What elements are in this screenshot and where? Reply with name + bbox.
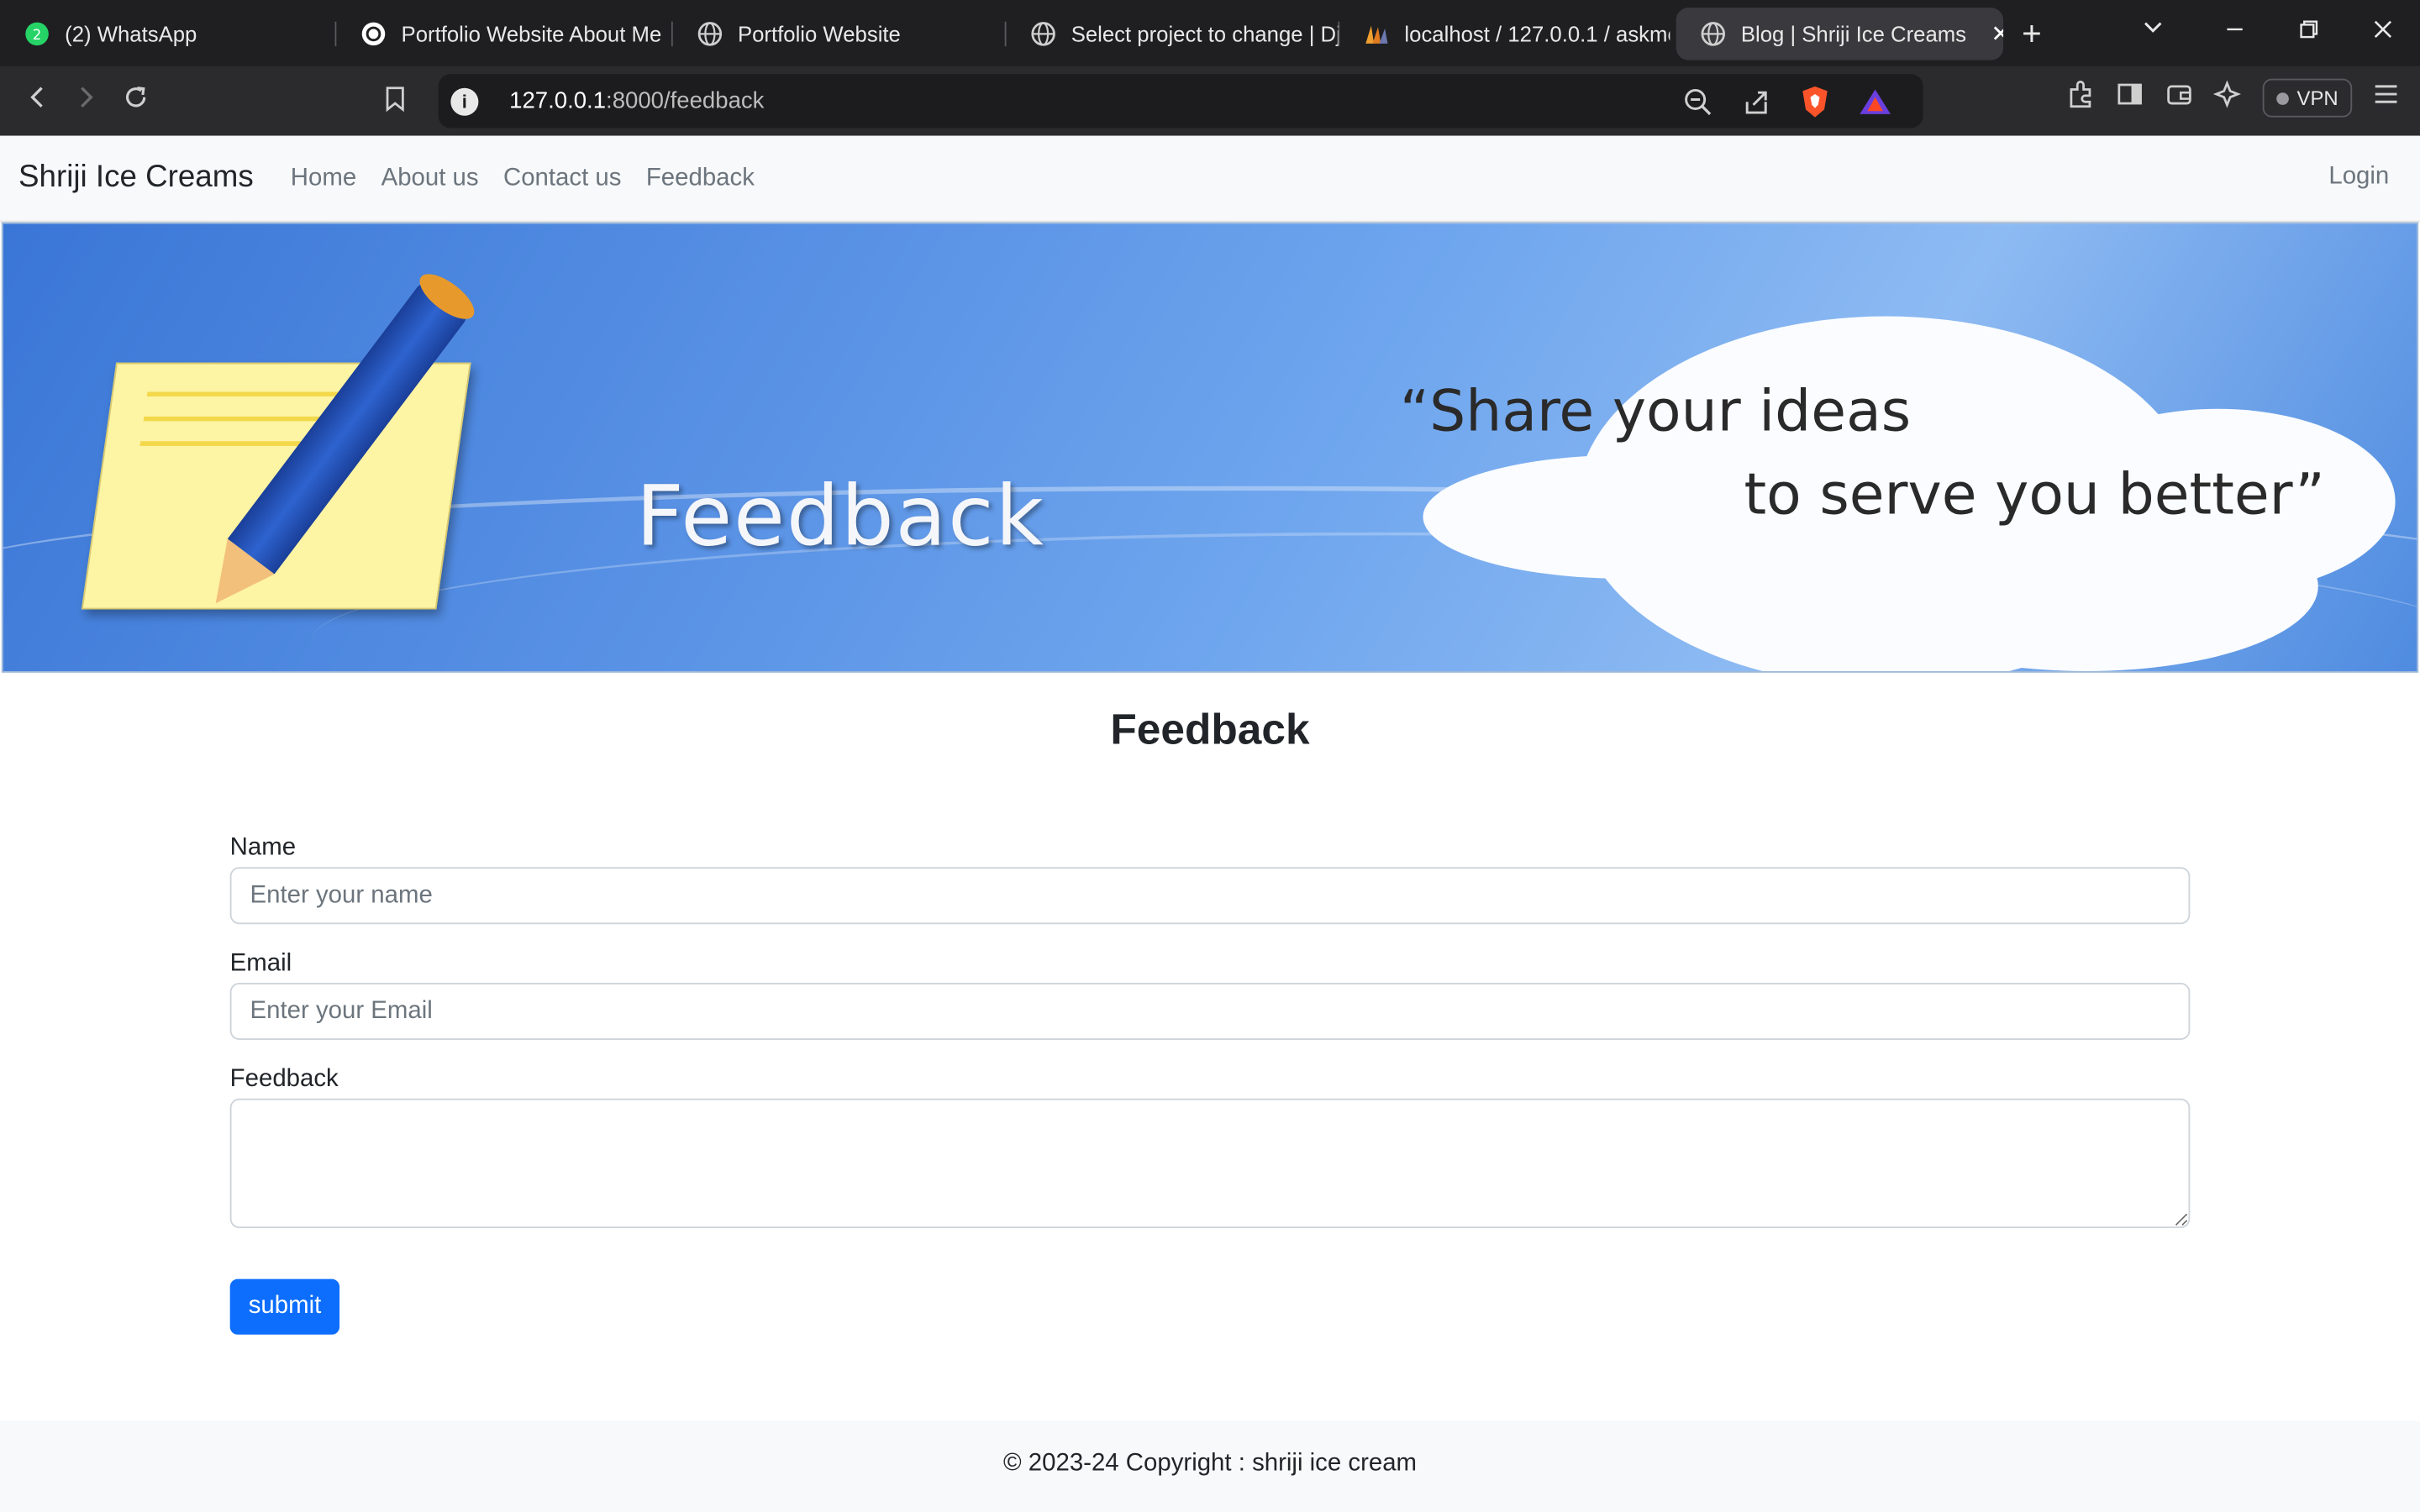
page-title: Feedback [1110, 705, 1310, 753]
banner-quote-line1: “Share your ideas [1399, 378, 1912, 444]
tab-portfolio[interactable]: Portfolio Website [673, 7, 1007, 59]
browser-window: 2 (2) WhatsApp Portfolio Website About M… [0, 0, 2420, 1512]
address-toolbar: i 127.0.0.1:8000/feedback VPN [0, 66, 2420, 136]
nav-link-feedback[interactable]: Feedback [646, 165, 755, 192]
brave-shield-icon[interactable] [1800, 85, 1831, 125]
forward-icon[interactable] [61, 84, 111, 118]
site-info-icon[interactable]: i [450, 87, 479, 115]
back-icon[interactable] [13, 84, 62, 118]
feedback-group: Feedback [229, 1066, 2191, 1236]
globe-icon [1701, 21, 1726, 45]
pencil-eraser [413, 265, 481, 328]
nav-link-home[interactable]: Home [291, 165, 356, 192]
nav-link-contact[interactable]: Contact us [503, 165, 621, 192]
reload-icon[interactable] [111, 82, 160, 119]
url-host: 127.0.0.1 [509, 87, 607, 114]
submit-button[interactable]: submit [229, 1278, 340, 1335]
zoom-out-icon[interactable] [1682, 87, 1713, 123]
whatsapp-icon: 2 [24, 21, 49, 45]
tab-label: Portfolio Website About Me [401, 20, 662, 46]
tab-label: Portfolio Website [737, 20, 901, 46]
page-footer: © 2023-24 Copyright : shriji ice cream [0, 1420, 2420, 1512]
name-input[interactable] [229, 867, 2191, 925]
vpn-status-icon [2276, 92, 2290, 104]
main-content: Feedback Name Email Feedback submit [0, 675, 2420, 1421]
menu-icon[interactable] [2370, 79, 2402, 118]
feedback-label: Feedback [229, 1066, 339, 1093]
footer-copyright: © 2023-24 Copyright : shriji ice cream [1002, 1450, 1418, 1477]
vpn-label: VPN [2296, 86, 2338, 110]
new-tab-button[interactable]: + [2022, 13, 2042, 54]
site-navbar: Shriji Ice Creams Home About us Contact … [0, 135, 2420, 223]
url-bar[interactable]: i 127.0.0.1:8000/feedback [438, 74, 1923, 129]
close-tab-icon[interactable]: ✕ [1991, 19, 2003, 47]
banner-title: Feedback [635, 467, 1045, 565]
extension-area: VPN [2065, 78, 2402, 118]
window-controls [2198, 0, 2420, 66]
brave-rewards-icon[interactable] [1858, 87, 1891, 123]
tab-active-blog[interactable]: Blog | Shriji Ice Creams ✕ [1676, 7, 2004, 60]
feedback-banner-image: Feedback “Share your ideas to serve you … [1, 222, 2419, 673]
tab-label: Blog | Shriji Ice Creams [1740, 20, 1967, 46]
phpmyadmin-icon [1365, 21, 1389, 45]
tab-portfolio-about[interactable]: Portfolio Website About Me [336, 7, 673, 59]
note-line [139, 441, 311, 446]
nav-link-about[interactable]: About us [381, 165, 479, 192]
email-input[interactable] [229, 983, 2191, 1040]
feedback-form: Name Email Feedback submit [229, 834, 2191, 1335]
restore-icon[interactable] [2272, 18, 2346, 48]
name-label: Name [229, 834, 297, 861]
tab-strip: 2 (2) WhatsApp Portfolio Website About M… [0, 0, 2420, 66]
globe-icon [1031, 21, 1055, 45]
name-group: Name [229, 834, 2191, 925]
sidebar-icon[interactable] [2115, 79, 2146, 118]
tab-label: (2) WhatsApp [65, 20, 197, 46]
minimize-icon[interactable] [2198, 18, 2272, 48]
tab-search-chevron-icon[interactable] [2142, 15, 2164, 41]
wallet-icon[interactable] [2165, 79, 2196, 118]
email-group: Email [229, 950, 2191, 1040]
leo-ai-icon[interactable] [2213, 79, 2244, 118]
url-path: :8000/feedback [606, 87, 765, 114]
email-label: Email [229, 950, 292, 977]
globe-icon [697, 21, 723, 45]
tab-django-admin[interactable]: Select project to change | Dj [1007, 7, 1340, 59]
extensions-icon[interactable] [2065, 79, 2096, 118]
login-link[interactable]: Login [2328, 164, 2389, 192]
close-window-icon[interactable] [2346, 18, 2420, 48]
tab-label: localhost / 127.0.0.1 / askme [1404, 20, 1670, 46]
svg-text:2: 2 [33, 26, 42, 42]
bookmark-icon[interactable] [383, 85, 408, 120]
chatgpt-icon [361, 21, 386, 45]
navbar-brand[interactable]: Shriji Ice Creams [18, 160, 254, 196]
tab-phpmyadmin[interactable]: localhost / 127.0.0.1 / askme [1339, 7, 1670, 59]
banner-quote-line2: to serve you better” [1744, 461, 2325, 528]
share-icon[interactable] [1741, 87, 1772, 123]
url-actions [1682, 85, 1892, 125]
feedback-textarea[interactable] [229, 1098, 2191, 1229]
vpn-button[interactable]: VPN [2263, 78, 2353, 118]
tab-label: Select project to change | Dj [1071, 20, 1340, 46]
tab-whatsapp[interactable]: 2 (2) WhatsApp [0, 7, 337, 59]
